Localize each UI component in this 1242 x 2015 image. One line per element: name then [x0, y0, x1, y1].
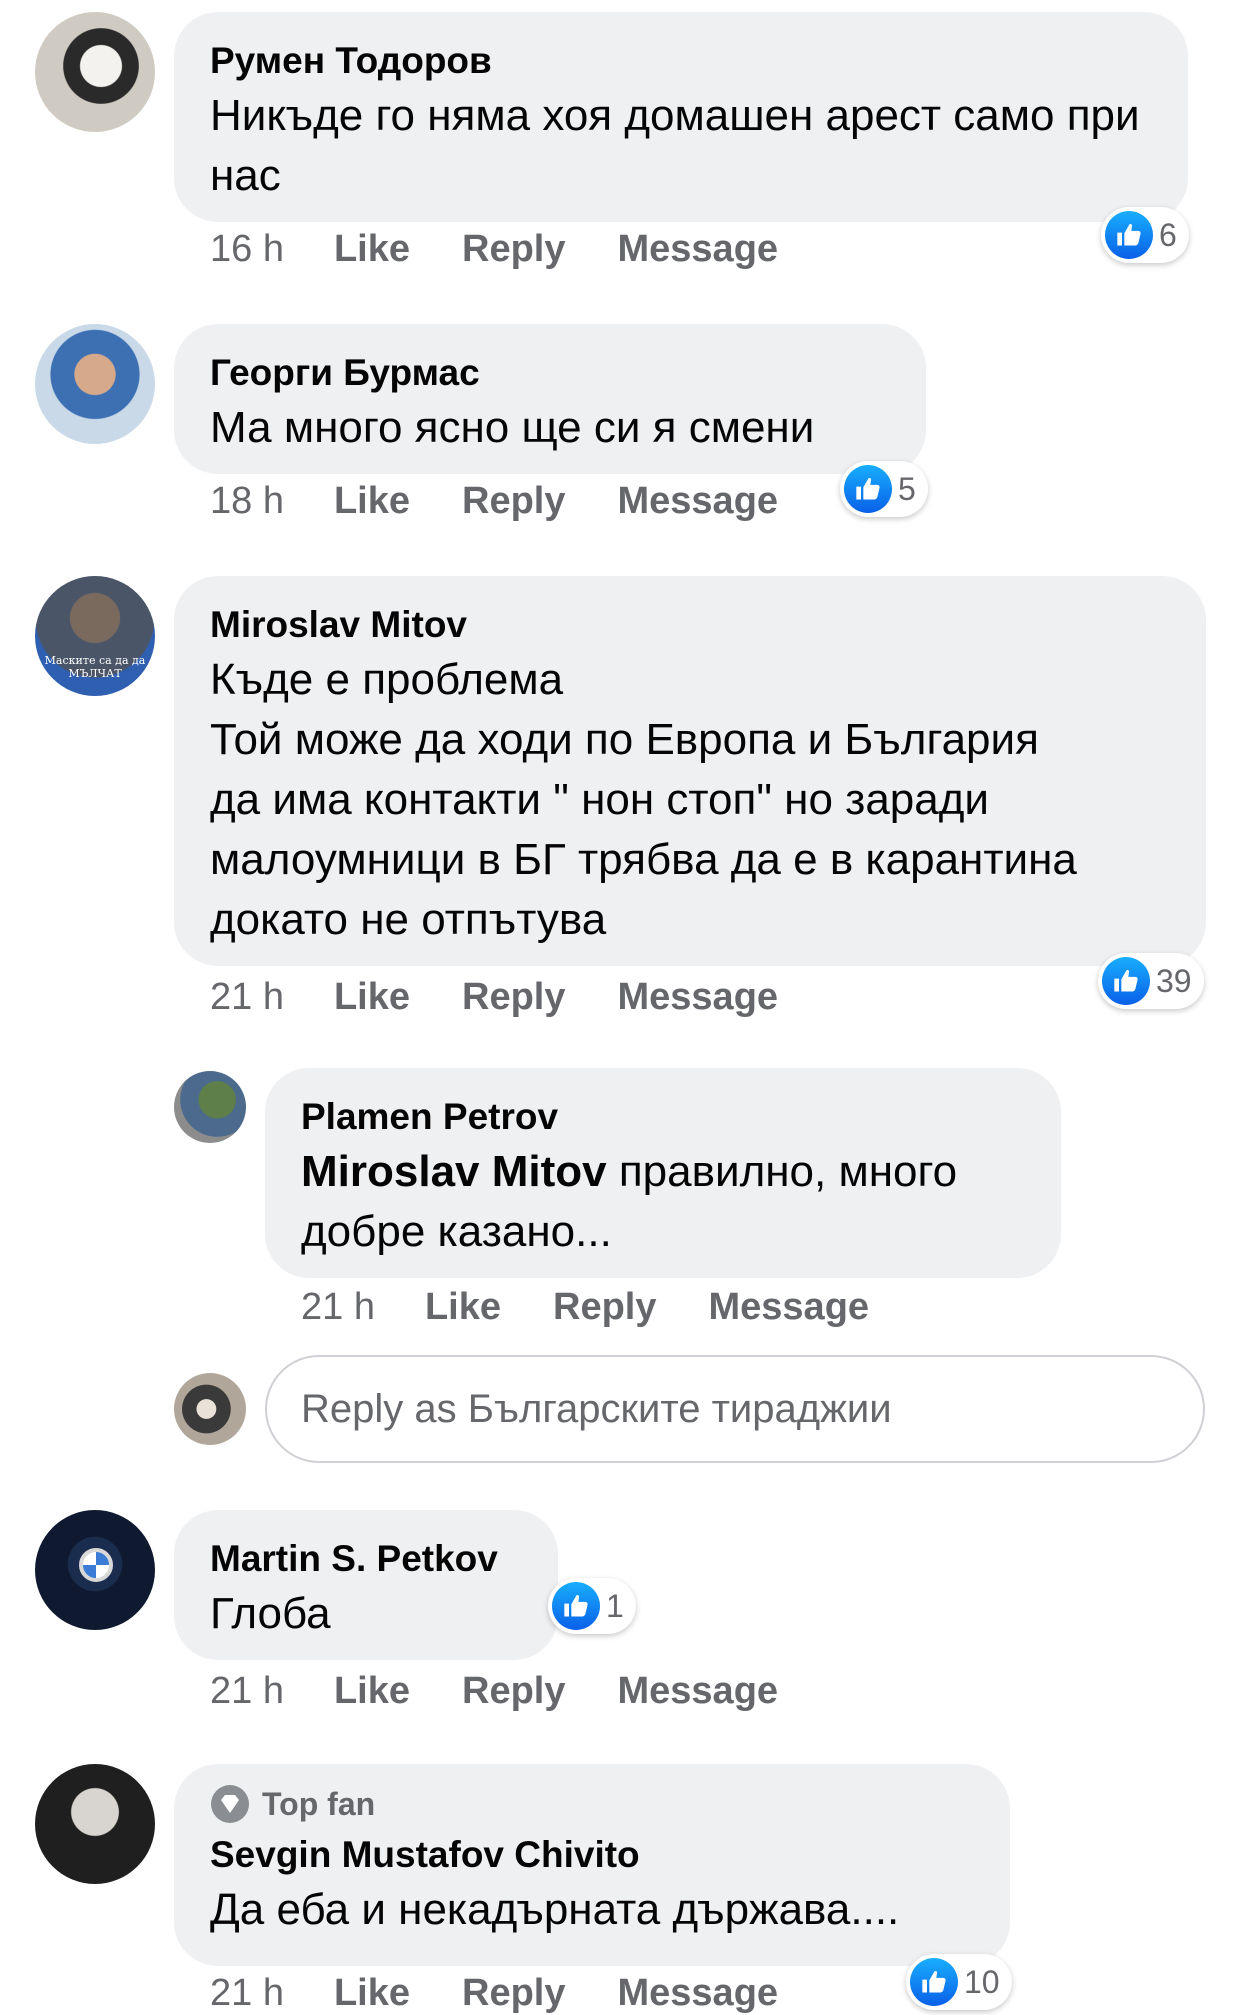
message-button[interactable]: Message	[618, 1670, 779, 1713]
comment-actions: 18 h Like Reply Message	[210, 480, 778, 523]
comment-actions: 21 h Like Reply Message	[210, 1670, 778, 1713]
reply-text: Miroslav Mitov правилно, много добре каз…	[301, 1142, 1025, 1262]
comment-author[interactable]: Martin S. Petkov	[210, 1534, 522, 1584]
reaction-count[interactable]: 5	[840, 461, 928, 517]
comment-time[interactable]: 21 h	[210, 1972, 284, 2015]
comment-time[interactable]: 16 h	[210, 228, 284, 271]
reply-button[interactable]: Reply	[462, 976, 565, 1019]
avatar[interactable]	[35, 1764, 155, 1884]
like-reaction-icon	[552, 1582, 600, 1630]
comment-author[interactable]: Георги Бурмас	[210, 348, 890, 398]
reply-input[interactable]: Reply as Българските тираджии	[265, 1355, 1205, 1463]
comment-bubble: Top fan Sevgin Mustafov Chivito Да еба и…	[174, 1764, 1010, 1966]
reaction-count[interactable]: 39	[1098, 953, 1204, 1009]
comment-bubble: Румен Тодоров Никъде го няма хоя домашен…	[174, 12, 1188, 222]
message-button[interactable]: Message	[618, 1972, 779, 2015]
comment-bubble: Miroslav Mitov Къде е проблема Той може …	[174, 576, 1206, 966]
comment-actions: 21 h Like Reply Message	[210, 976, 778, 1019]
comment-text: Да еба и некадърната държава....	[210, 1885, 900, 1934]
top-fan-label: Top fan	[262, 1786, 376, 1822]
comment-author[interactable]: Sevgin Mustafov Chivito	[210, 1830, 974, 1880]
reply-actions: 21 h Like Reply Message	[301, 1286, 869, 1329]
reaction-count[interactable]: 10	[906, 1954, 1012, 2010]
avatar[interactable]	[35, 1510, 155, 1630]
avatar[interactable]	[35, 12, 155, 132]
comment-bubble: Георги Бурмас Ма много ясно ще си я смен…	[174, 324, 926, 474]
like-reaction-icon	[844, 465, 892, 513]
avatar[interactable]	[35, 324, 155, 444]
comment-bubble: Martin S. Petkov Глоба	[174, 1510, 558, 1660]
reply-button[interactable]: Reply	[462, 480, 565, 523]
comment-author[interactable]: Румен Тодоров	[210, 36, 1152, 86]
diamond-icon	[211, 1785, 249, 1823]
comment-text: Ма много ясно ще си я смени	[210, 403, 815, 452]
comment-text: Глоба	[210, 1589, 331, 1638]
reaction-number: 5	[898, 470, 916, 507]
reply-input-placeholder: Reply as Българските тираджии	[301, 1386, 892, 1431]
bmw-logo-icon	[79, 1548, 113, 1582]
reply-button[interactable]: Reply	[462, 228, 565, 271]
reaction-number: 6	[1159, 216, 1177, 253]
mention-link[interactable]: Miroslav Mitov	[301, 1147, 607, 1196]
comment-author[interactable]: Miroslav Mitov	[210, 600, 1170, 650]
avatar[interactable]	[174, 1071, 246, 1143]
reply-button[interactable]: Reply	[553, 1286, 656, 1329]
message-button[interactable]: Message	[709, 1286, 870, 1329]
message-button[interactable]: Message	[618, 228, 779, 271]
like-reaction-icon	[910, 1958, 958, 2006]
reply-bubble: Plamen Petrov Miroslav Mitov правилно, м…	[265, 1068, 1061, 1278]
reply-button[interactable]: Reply	[462, 1670, 565, 1713]
message-button[interactable]: Message	[618, 976, 779, 1019]
like-button[interactable]: Like	[334, 1670, 410, 1713]
comment-time[interactable]: 18 h	[210, 480, 284, 523]
reaction-number: 10	[964, 1963, 1000, 2000]
message-button[interactable]: Message	[618, 480, 779, 523]
comment-actions: 16 h Like Reply Message	[210, 228, 778, 271]
comment-text: Къде е проблема Той може да ходи по Евро…	[210, 655, 1077, 944]
comment-actions: 21 h Like Reply Message	[210, 1972, 778, 2015]
like-reaction-icon	[1102, 957, 1150, 1005]
like-button[interactable]: Like	[425, 1286, 501, 1329]
comment-time[interactable]: 21 h	[210, 976, 284, 1019]
like-button[interactable]: Like	[334, 1972, 410, 2015]
like-reaction-icon	[1105, 211, 1153, 259]
reply-button[interactable]: Reply	[462, 1972, 565, 2015]
reaction-count[interactable]: 1	[548, 1578, 636, 1634]
comment-text: Никъде го няма хоя домашен арест само пр…	[210, 91, 1140, 200]
avatar[interactable]: Маските са да да МЪЛЧАТ	[35, 576, 155, 696]
like-button[interactable]: Like	[334, 228, 410, 271]
reaction-count[interactable]: 6	[1101, 207, 1189, 263]
like-button[interactable]: Like	[334, 976, 410, 1019]
reaction-number: 1	[606, 1587, 624, 1624]
avatar-caption: Маските са да да МЪЛЧАТ	[44, 654, 146, 680]
reply-author[interactable]: Plamen Petrov	[301, 1092, 1025, 1142]
top-fan-badge: Top fan	[210, 1784, 974, 1824]
current-user-avatar	[174, 1373, 246, 1445]
reaction-number: 39	[1156, 962, 1192, 999]
comment-time[interactable]: 21 h	[210, 1670, 284, 1713]
like-button[interactable]: Like	[334, 480, 410, 523]
reply-time[interactable]: 21 h	[301, 1286, 375, 1329]
